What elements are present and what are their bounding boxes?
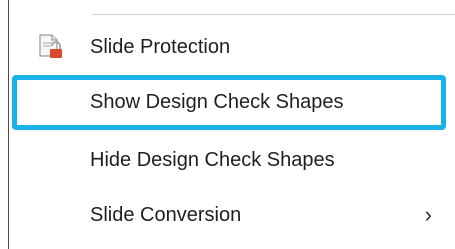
menu-item-label: Slide Conversion (90, 203, 242, 226)
menu-separator (92, 14, 455, 15)
menu-item-label: Hide Design Check Shapes (90, 148, 335, 171)
menu-item-show-design-check-shapes[interactable]: Show Design Check Shapes (12, 75, 446, 130)
slide-protection-icon (36, 32, 64, 60)
menu-item-label: Slide Protection (90, 35, 231, 58)
menu-item-slide-protection[interactable]: Slide Protection (12, 20, 446, 74)
chevron-right-icon: › (424, 202, 432, 227)
menu-item-hide-design-check-shapes[interactable]: Hide Design Check Shapes (12, 133, 446, 187)
menu-left-border (8, 0, 9, 249)
menu-item-label: Show Design Check Shapes (90, 91, 344, 113)
context-menu: Slide Protection Show Design Check Shape… (0, 0, 455, 249)
menu-item-slide-conversion[interactable]: Slide Conversion › (12, 188, 446, 242)
